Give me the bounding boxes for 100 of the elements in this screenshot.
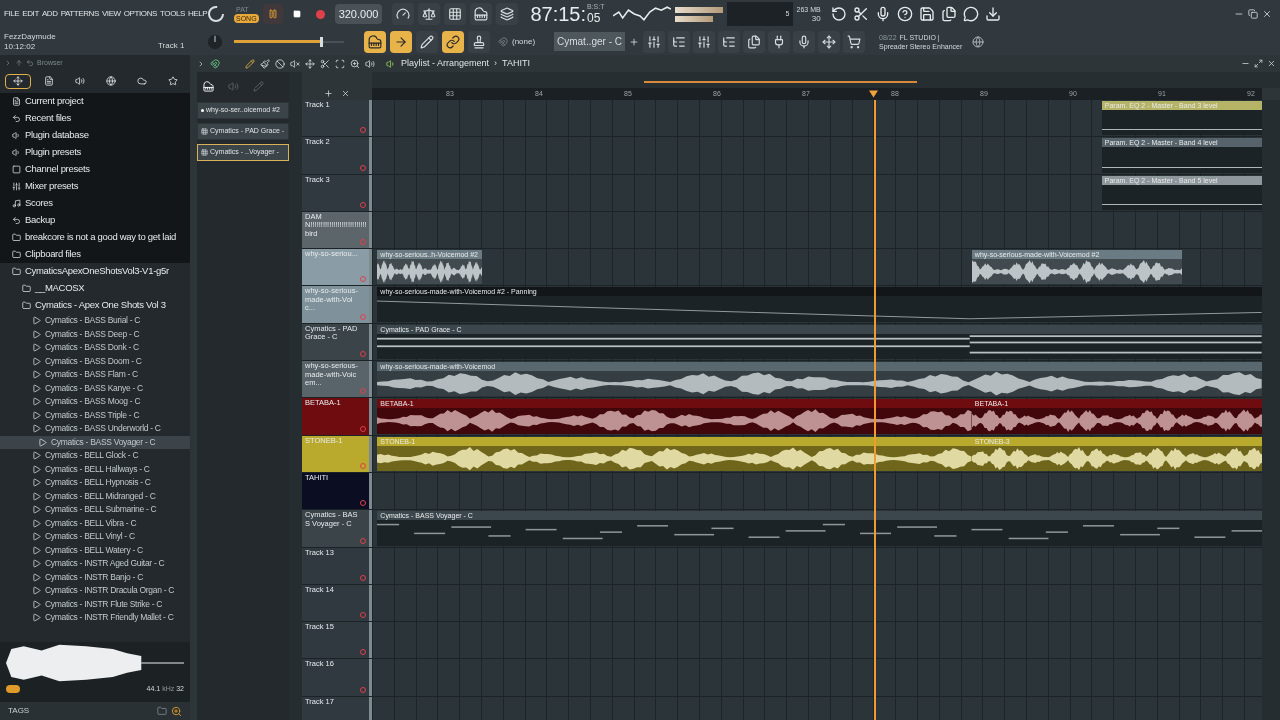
browser-item[interactable]: Cymatics - BASS Voyager - C (0, 435, 190, 449)
download-icon[interactable] (984, 6, 1001, 22)
browser-item[interactable]: Cymatics - BELL Hypnosis - C (0, 476, 190, 490)
globe-icon[interactable] (972, 35, 985, 48)
menu-item[interactable]: TOOLS (160, 8, 185, 20)
select-icon[interactable] (335, 58, 345, 69)
mixer-button[interactable] (643, 30, 665, 53)
loop-record-button[interactable] (496, 3, 519, 25)
menu-item[interactable]: FILE (4, 8, 20, 20)
piano-roll-button[interactable] (364, 30, 386, 53)
touch-button[interactable] (793, 30, 815, 53)
browser-item[interactable]: __MACOSX (0, 280, 190, 297)
browser-item[interactable]: Cymatics - Apex One Shots Vol 3 (0, 297, 190, 314)
browser-item[interactable]: Cymatics - BASS Kanye - C (0, 381, 190, 395)
menu-item[interactable]: HELP (188, 8, 208, 20)
scrollbar[interactable] (289, 72, 302, 720)
browser-item[interactable]: Cymatics - INSTR Banjo - C (0, 570, 190, 584)
browser-item[interactable]: Current project (0, 93, 190, 110)
overview-strip[interactable] (372, 72, 1280, 88)
play-arrow-icon[interactable] (386, 58, 396, 69)
browser-tab[interactable] (4, 73, 31, 89)
browser-item[interactable]: Cymatics - BASS Underworld - C (0, 422, 190, 436)
move-button[interactable] (818, 30, 840, 53)
close-icon[interactable] (1262, 9, 1272, 19)
piano-icon[interactable] (203, 80, 214, 92)
speaker-icon[interactable] (365, 58, 375, 69)
add-icon[interactable] (629, 36, 639, 47)
browser-item[interactable]: Backup (0, 212, 190, 229)
help-icon[interactable] (896, 6, 913, 22)
browser-item[interactable]: Cymatics - BELL Midranged - C (0, 489, 190, 503)
pattern-selector[interactable]: Cymat..ger - C (554, 32, 625, 51)
mute-icon[interactable] (290, 58, 300, 69)
browser-item[interactable]: Cymatics - BASS Deep - C (0, 327, 190, 341)
browser-item[interactable]: Scores (0, 195, 190, 212)
save-icon[interactable] (918, 6, 935, 22)
search-icon[interactable] (171, 705, 182, 717)
browser-item[interactable]: Plugin presets (0, 144, 190, 161)
channel-selector[interactable]: (none) (512, 35, 550, 48)
chat-icon[interactable] (962, 6, 979, 22)
browser-item[interactable]: Cymatics - BELL Hallways - C (0, 462, 190, 476)
browser-item[interactable]: Cymatics - BASS Flam - C (0, 368, 190, 382)
browser-item[interactable]: Cymatics - INSTR Aged Guitar - C (0, 557, 190, 571)
back-icon[interactable] (26, 59, 34, 67)
browser-item[interactable]: Cymatics - INSTR Dracula Organ - C (0, 584, 190, 598)
maximize-icon[interactable] (1254, 59, 1263, 68)
browser-item[interactable]: Plugin database (0, 127, 190, 144)
close-icon[interactable] (341, 89, 350, 98)
browser-item[interactable]: Cymatics - INSTR Flute Strike - C (0, 597, 190, 611)
browser-item[interactable]: Cymatics - BELL Vinyl - C (0, 530, 190, 544)
pencil-icon[interactable] (245, 58, 255, 69)
menu-item[interactable]: EDIT (22, 8, 39, 20)
close-icon[interactable] (1267, 59, 1276, 68)
magnet-icon[interactable] (498, 36, 508, 47)
browser-item[interactable]: Cymatics - INSTR Friendly Mallet - C (0, 611, 190, 625)
zoom-icon[interactable] (350, 58, 360, 69)
browser-item[interactable]: Cymatics - BELL Vibra - C (0, 516, 190, 530)
scissors-icon[interactable] (852, 6, 869, 22)
eq-button[interactable] (693, 30, 715, 53)
browser-item[interactable]: Cymatics - BASS Donk - C (0, 341, 190, 355)
browser-item[interactable]: Mixer presets (0, 178, 190, 195)
master-volume-slider[interactable] (234, 36, 344, 47)
menu-item[interactable]: VIEW (101, 8, 121, 20)
browser-item[interactable]: Cymatics - BASS Doom - C (0, 354, 190, 368)
scissors-icon[interactable] (320, 58, 330, 69)
countdown-button[interactable] (444, 3, 467, 25)
plugin-button[interactable] (768, 30, 790, 53)
cart-button[interactable] (843, 30, 865, 53)
browser-item[interactable]: Clipboard files (0, 246, 190, 263)
browser-item[interactable]: Cymatics - BELL Submarine - C (0, 503, 190, 517)
brush-icon[interactable] (260, 58, 270, 69)
folder-icon[interactable] (157, 706, 167, 716)
restore-icon[interactable] (1248, 9, 1258, 19)
knob-icon[interactable] (206, 32, 224, 51)
stamp-button[interactable] (468, 30, 490, 53)
pencil-button[interactable] (416, 30, 438, 53)
browser-item[interactable]: Cymatics - BASS Triple - C (0, 408, 190, 422)
browser-item[interactable]: Cymatics - BASS Burial - C (0, 314, 190, 328)
link-button[interactable] (442, 30, 464, 53)
menu-item[interactable]: PATTERNS (60, 8, 99, 20)
step-edit-button[interactable] (470, 3, 493, 25)
playhead-marker-icon[interactable] (869, 90, 879, 98)
tempo-field[interactable]: 320.000 (334, 3, 383, 25)
scrollbar[interactable] (1262, 100, 1280, 720)
browser-item[interactable]: Cymatics - BASS Moog - C (0, 395, 190, 409)
delete-icon[interactable] (275, 58, 285, 69)
channel-rack-button[interactable] (668, 30, 690, 53)
menu-item[interactable]: ADD (41, 8, 58, 20)
magnet-icon[interactable] (210, 58, 220, 69)
playlist-button[interactable] (743, 30, 765, 53)
metronome-button[interactable] (392, 3, 415, 25)
save-as-icon[interactable] (940, 6, 957, 22)
playhead[interactable] (873, 100, 876, 720)
browser-item[interactable]: Recent files (0, 110, 190, 127)
menu-item[interactable]: OPTIONS (123, 8, 157, 20)
browser-item[interactable]: breakcore is not a good way to get laid (0, 229, 190, 246)
add-icon[interactable] (324, 89, 333, 98)
wait-button[interactable] (418, 3, 441, 25)
slip-icon[interactable] (305, 58, 315, 69)
knob-icon[interactable] (206, 4, 226, 24)
undo-icon[interactable] (830, 6, 847, 22)
